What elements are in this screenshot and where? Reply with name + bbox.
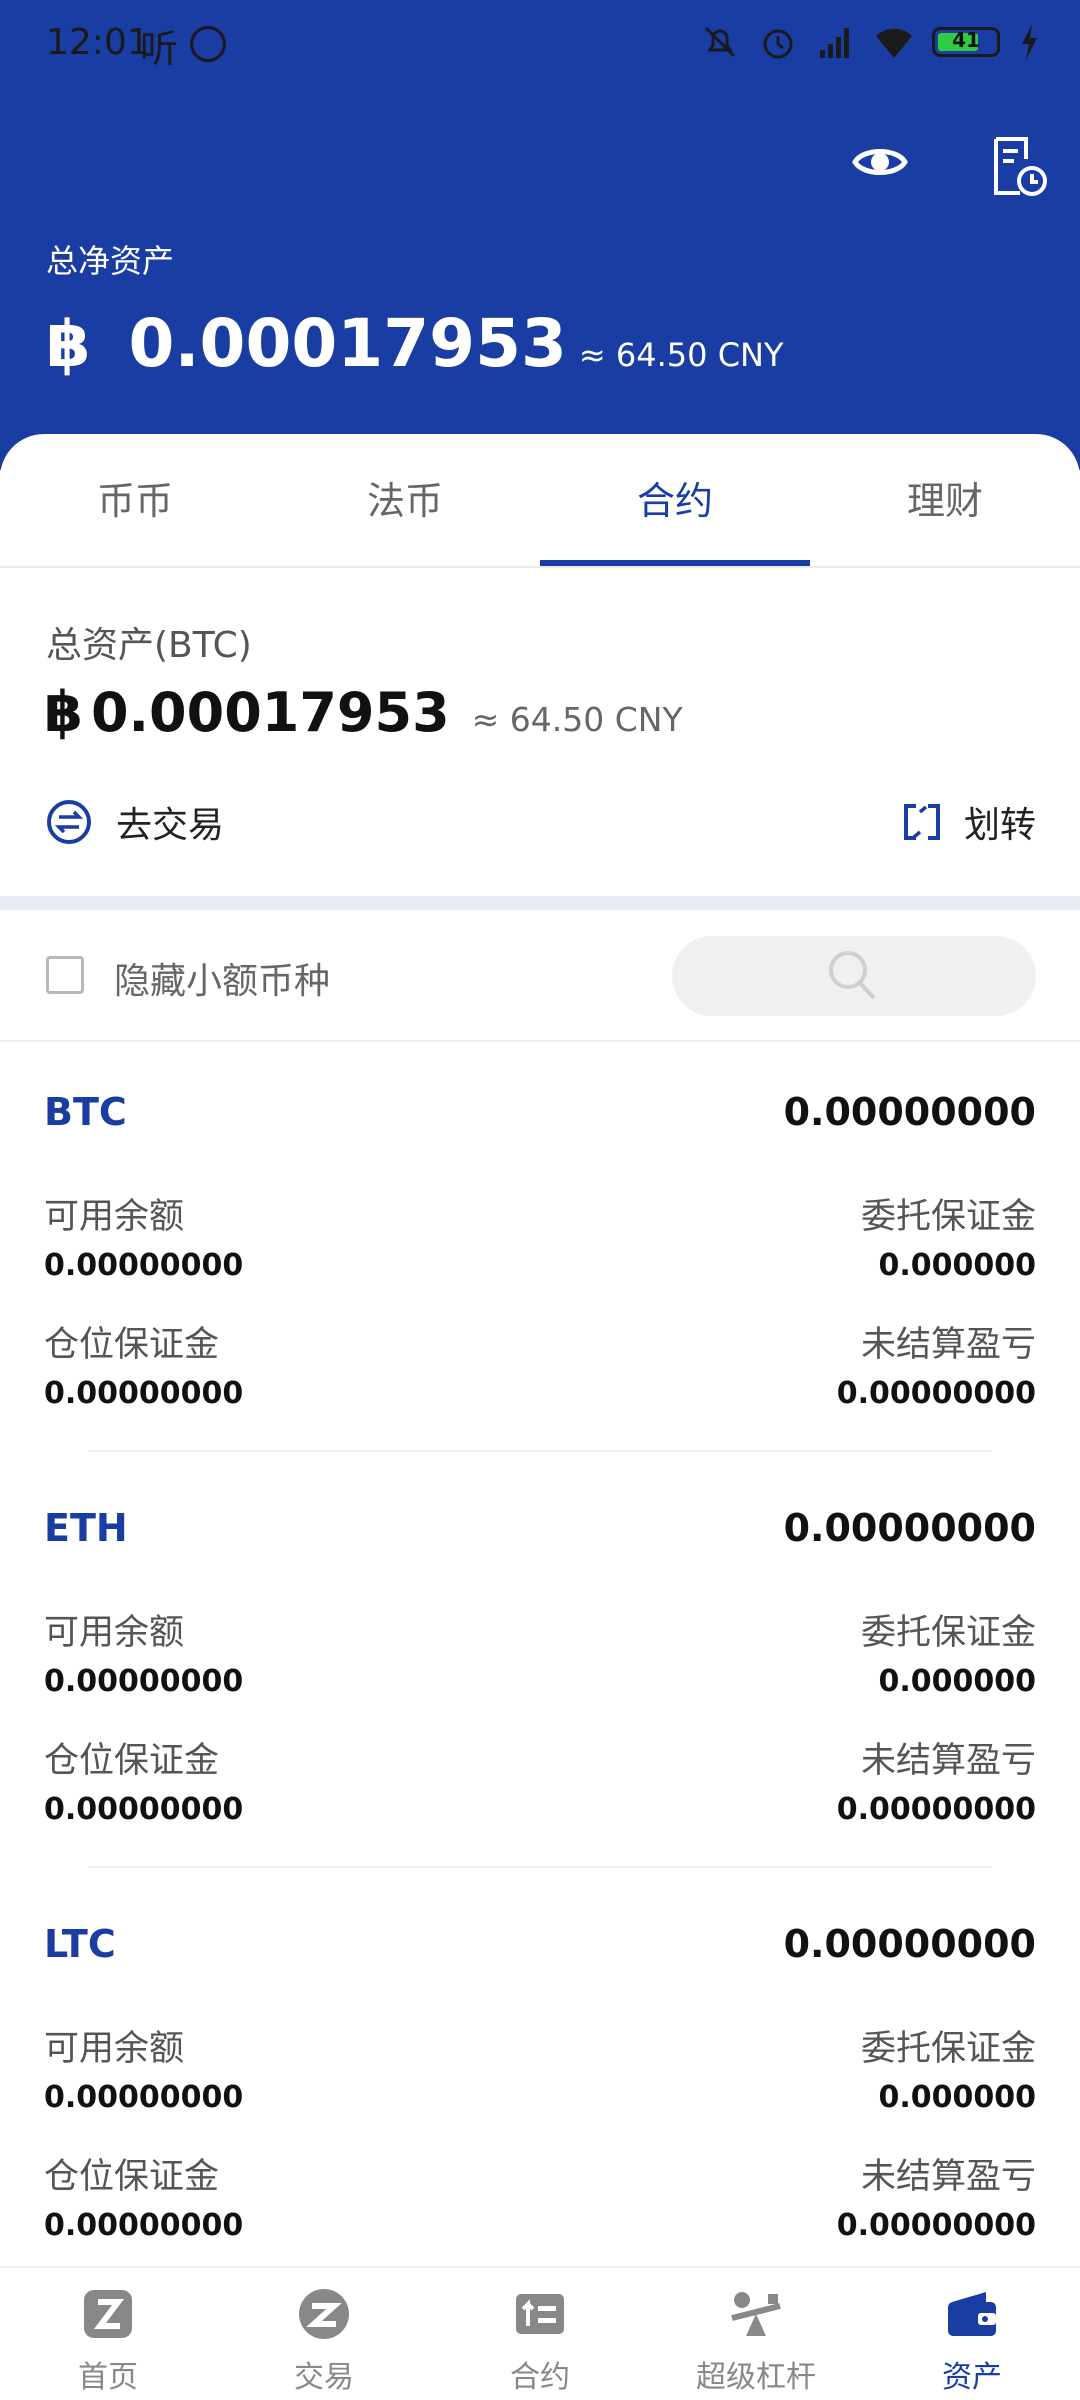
header: 12:01 听 41 总净资产 ฿ 0.00017953 ≈ 64.50 CNY [0,0,1080,470]
search-icon[interactable] [826,948,878,1004]
trade-icon [299,2289,349,2339]
available-value: 0.00000000 [44,1248,244,1283]
nav-contract[interactable]: 合约 [432,2268,648,2400]
nav-super-leverage-label: 超级杠杆 [696,2360,816,2395]
nav-home[interactable]: 首页 [0,2268,216,2400]
contract-icon [516,2294,564,2334]
coin-total: 0.00000000 [783,1506,1036,1550]
unrealized-pnl-value: 0.00000000 [836,1376,1036,1411]
status-bar: 12:01 听 41 [0,0,1080,90]
total-assets-row: ฿ 0.00017953 ≈ 64.50 CNY [44,680,683,745]
available-value: 0.00000000 [44,2080,244,2115]
wifi-icon [876,28,912,58]
total-assets-cny: ≈ 64.50 CNY [471,700,683,739]
hide-small-checkbox[interactable] [46,956,84,994]
wallet-icon [948,2292,996,2336]
order-margin-label: 委托保证金 [860,1197,1036,1237]
bottom-nav: 首页 交易 合约 超级杠杆 资产 [0,2266,1080,2400]
position-margin-value: 0.00000000 [44,1376,244,1411]
home-icon [84,2290,132,2338]
available-label: 可用余额 [44,2029,185,2069]
report-history-icon[interactable] [990,135,1048,197]
net-assets-value: 0.00017953 [128,305,567,382]
coin-card-eth[interactable]: ETH 0.00000000 可用余额 0.00000000 委托保证金 0.0… [0,1458,1080,1868]
coin-divider [88,1866,992,1868]
nav-trade[interactable]: 交易 [216,2268,432,2400]
charging-icon [1022,24,1037,60]
hide-small-label: 隐藏小额币种 [114,961,331,1002]
coin-name: ETH [44,1506,128,1550]
asset-tabs: 币币 法币 合约 理财 [0,434,1080,568]
battery-icon: 41 [932,27,1000,57]
status-time: 12:01 [46,22,150,63]
coin-name: LTC [44,1922,116,1966]
transfer-button[interactable]: 划转 [902,796,1036,848]
status-ting-icon: 听 [140,27,179,71]
signal-icon [820,28,849,58]
order-margin-value: 0.000000 [878,1664,1036,1699]
coin-card-ltc[interactable]: LTC 0.00000000 可用余额 0.00000000 委托保证金 0.0… [0,1874,1080,2284]
unrealized-pnl-value: 0.00000000 [836,1792,1036,1827]
position-margin-value: 0.00000000 [44,2208,244,2243]
position-margin-label: 仓位保证金 [44,1325,220,1365]
active-tab-indicator [540,560,810,566]
leverage-icon [731,2292,781,2336]
go-trade-button[interactable]: 去交易 [46,796,224,848]
available-label: 可用余额 [44,1197,185,1237]
exchange-icon [47,800,91,844]
eye-icon[interactable] [852,140,908,184]
mute-icon [704,26,736,58]
order-margin-label: 委托保证金 [860,2029,1036,2069]
nav-assets-label: 资产 [942,2360,1002,2395]
go-trade-label: 去交易 [116,805,225,846]
unrealized-pnl-value: 0.00000000 [836,2208,1036,2243]
coin-card-btc[interactable]: BTC 0.00000000 可用余额 0.00000000 委托保证金 0.0… [0,1042,1080,1452]
net-assets-row: ฿ 0.00017953 ≈ 64.50 CNY [46,305,784,382]
coin-name: BTC [44,1090,127,1134]
nav-trade-label: 交易 [294,2360,354,2395]
unrealized-pnl-label: 未结算盈亏 [860,1325,1036,1365]
status-icons: 41 [700,22,1040,62]
coin-total: 0.00000000 [783,1090,1036,1134]
transfer-label: 划转 [963,805,1036,846]
tab-contract[interactable]: 合约 [540,434,810,566]
position-margin-value: 0.00000000 [44,1792,244,1827]
available-label: 可用余额 [44,1613,185,1653]
coin-total: 0.00000000 [783,1922,1036,1966]
available-value: 0.00000000 [44,1664,244,1699]
nav-contract-label: 合约 [510,2360,570,2395]
nav-super-leverage[interactable]: 超级杠杆 [648,2268,864,2400]
order-margin-value: 0.000000 [878,2080,1036,2115]
total-assets-label: 总资产(BTC) [46,625,252,666]
message-icon [190,26,226,62]
unrealized-pnl-label: 未结算盈亏 [860,1741,1036,1781]
alarm-icon [763,29,793,59]
battery-level: 41 [952,28,980,52]
tab-spot[interactable]: 币币 [0,434,270,566]
position-margin-label: 仓位保证金 [44,2157,220,2197]
unrealized-pnl-label: 未结算盈亏 [860,2157,1036,2197]
bitcoin-icon: ฿ [46,308,91,382]
tab-fiat[interactable]: 法币 [270,434,540,566]
coin-divider [88,1450,992,1452]
net-assets-label: 总净资产 [46,242,175,280]
section-divider [0,896,1080,910]
position-margin-label: 仓位保证金 [44,1741,220,1781]
transfer-icon [903,804,940,840]
tab-finance[interactable]: 理财 [810,434,1080,566]
nav-assets[interactable]: 资产 [864,2268,1080,2400]
total-assets-value: 0.00017953 [90,681,450,744]
bitcoin-icon: ฿ [44,680,83,745]
order-margin-label: 委托保证金 [860,1613,1036,1653]
nav-home-label: 首页 [78,2360,138,2395]
order-margin-value: 0.000000 [878,1248,1036,1283]
net-assets-cny: ≈ 64.50 CNY [578,336,784,374]
